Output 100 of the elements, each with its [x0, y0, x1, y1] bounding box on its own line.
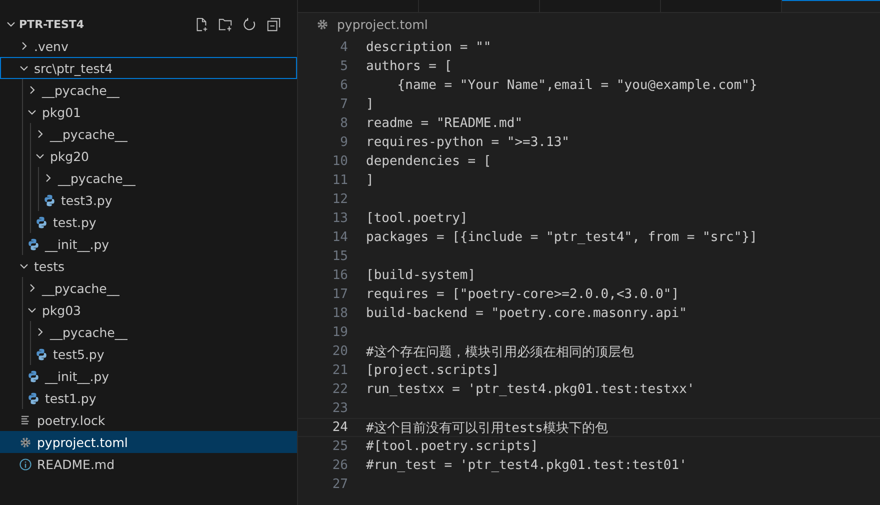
tree-item-label: .venv: [34, 38, 68, 54]
line-number: 8: [339, 116, 349, 131]
line-number: 23: [331, 401, 349, 416]
explorer-title: PTR-TEST4: [19, 18, 84, 30]
collapse-all-icon[interactable]: [266, 16, 281, 32]
line-number: 5: [339, 59, 349, 74]
tree-item[interactable]: test1.py: [0, 387, 297, 409]
tree-item[interactable]: pkg03: [0, 299, 297, 321]
tree-item-label: __init__.py: [45, 236, 110, 252]
tree-item-label: pyproject.toml: [37, 434, 128, 450]
tree-item-label: pkg03: [42, 302, 82, 318]
new-file-icon[interactable]: [194, 16, 209, 32]
breadcrumb-item[interactable]: pyproject.toml: [337, 17, 428, 32]
tree-item[interactable]: test.py: [0, 211, 297, 233]
tree-item-label: __pycache__: [42, 280, 120, 296]
tree-item[interactable]: pyproject.toml: [0, 431, 297, 453]
line-number: 26: [331, 458, 349, 473]
line-number: 9: [339, 135, 349, 150]
gear-icon: [19, 436, 32, 448]
tree-item-label: tests: [34, 258, 65, 274]
tree-item-label: pkg20: [50, 148, 90, 164]
line-number: 16: [331, 268, 349, 283]
line-number: 27: [331, 477, 349, 492]
tree-item[interactable]: __pycache__: [0, 123, 297, 145]
tree-item-label: poetry.lock: [37, 412, 106, 428]
line-number: 24: [331, 420, 349, 435]
python-icon: [27, 238, 40, 250]
code-line: ]: [366, 173, 374, 188]
line-number: 4: [339, 40, 349, 55]
code-line: packages = [{include = "ptr_test4", from = "src"}]: [366, 230, 758, 245]
tree-item-label: test5.py: [53, 346, 104, 362]
code-line: readme = "README.md": [366, 116, 523, 131]
tree-item-label: src\ptr_test4: [34, 60, 113, 76]
refresh-icon[interactable]: [242, 16, 257, 32]
tree-item[interactable]: .venv: [0, 35, 297, 57]
tree-item-label: __pycache__: [50, 324, 128, 340]
code-line: [build-system]: [366, 268, 476, 283]
tree-item[interactable]: __pycache__: [0, 167, 297, 189]
python-icon: [27, 370, 40, 382]
code-line: [project.scripts]: [366, 363, 500, 378]
code-line: ]: [366, 97, 374, 112]
line-number: 15: [331, 249, 349, 264]
code-line: description = "": [366, 40, 492, 55]
line-number: 11: [331, 173, 349, 188]
tree-item-label: __pycache__: [58, 170, 136, 186]
code-line: [tool.poetry]: [366, 211, 468, 226]
line-number: 12: [331, 192, 349, 207]
tree-item[interactable]: __pycache__: [0, 79, 297, 101]
line-number: 7: [339, 97, 349, 112]
tree-item[interactable]: __init__.py: [0, 233, 297, 255]
lines-icon: [19, 414, 32, 426]
line-number: 25: [331, 439, 349, 454]
editor-tab[interactable]: [782, 0, 880, 12]
tree-item[interactable]: __pycache__: [0, 321, 297, 343]
tree-item-label: __pycache__: [50, 126, 128, 142]
line-number: 22: [331, 382, 349, 397]
tree-item[interactable]: poetry.lock: [0, 409, 297, 431]
new-folder-icon[interactable]: [218, 16, 233, 32]
line-number: 19: [331, 325, 349, 340]
code-line: run_testxx = 'ptr_test4.pkg01.test:testxx': [366, 382, 695, 397]
code-line: requires = ["poetry-core>=2.0.0,<3.0.0"]: [366, 287, 680, 302]
tree-item-label: README.md: [37, 456, 115, 472]
line-number: 17: [331, 287, 349, 302]
tree-item-label: pkg01: [42, 104, 82, 120]
line-number: 13: [331, 211, 349, 226]
tree-item[interactable]: README.md: [0, 453, 297, 475]
code-line: #run_test = 'ptr_test4.pkg01.test:test01': [366, 458, 687, 473]
tree-item-label: test3.py: [61, 192, 112, 208]
tree-item[interactable]: test3.py: [0, 189, 297, 211]
code-line: #这个目前没有可以引用tests模块下的包: [366, 420, 608, 436]
code-line: build-backend = "poetry.core.masonry.api": [366, 306, 687, 321]
line-number: 20: [331, 344, 349, 359]
tree-item-label: test.py: [53, 214, 96, 230]
python-icon: [27, 392, 40, 404]
python-icon: [35, 216, 48, 228]
line-number: 14: [331, 230, 349, 245]
tree-item[interactable]: src\ptr_test4: [0, 57, 297, 79]
python-icon: [43, 194, 56, 206]
line-number: 21: [331, 363, 349, 378]
gear-icon: [316, 18, 329, 31]
tree-item[interactable]: __init__.py: [0, 365, 297, 387]
tree-item[interactable]: tests: [0, 255, 297, 277]
code-line: authors = [: [366, 59, 452, 74]
line-number: 10: [331, 154, 349, 169]
line-number: 18: [331, 306, 349, 321]
tree-item-label: __pycache__: [42, 82, 120, 98]
tree-item[interactable]: test5.py: [0, 343, 297, 365]
tree-item[interactable]: pkg01: [0, 101, 297, 123]
python-icon: [35, 348, 48, 360]
code-line: dependencies = [: [366, 154, 492, 169]
tree-item-label: __init__.py: [45, 368, 110, 384]
info-icon: [19, 458, 32, 470]
line-number: 6: [339, 78, 349, 93]
tree-item[interactable]: __pycache__: [0, 277, 297, 299]
code-line: requires-python = ">=3.13": [366, 135, 570, 150]
tree-item[interactable]: pkg20: [0, 145, 297, 167]
code-line: #这个存在问题，模块引用必须在相同的顶层包: [366, 344, 634, 360]
code-line: {name = "Your Name",email = "you@example.com"}: [396, 78, 758, 93]
chevron-icon[interactable]: [6, 19, 16, 29]
tree-item-label: test1.py: [45, 390, 96, 406]
